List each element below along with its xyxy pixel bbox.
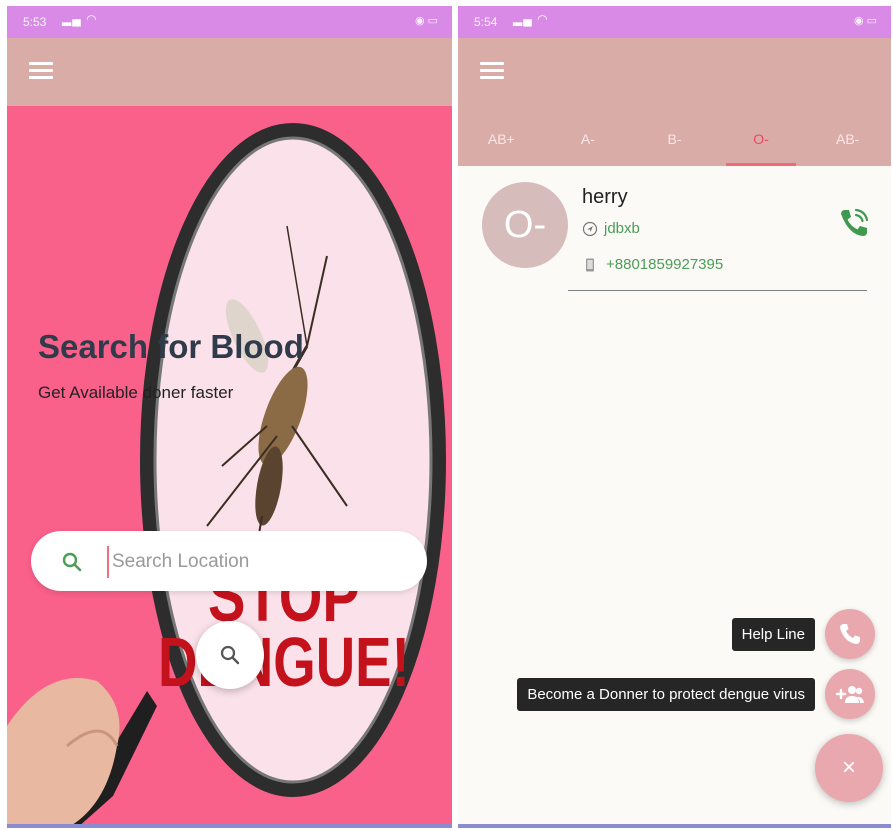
app-bar	[7, 38, 452, 106]
tab-ab-negative[interactable]: AB-	[804, 118, 891, 166]
nav-bar-line	[458, 824, 891, 828]
mobile-icon	[586, 258, 594, 271]
helpline-button[interactable]	[825, 609, 875, 659]
fab-action-become-donor[interactable]: Become a Donner to protect dengue virus	[517, 669, 875, 719]
donor-phone: +8801859927395	[606, 256, 724, 273]
signal-icon: ▂▄ ◠	[62, 12, 98, 26]
tab-b-negative[interactable]: B-	[631, 118, 718, 166]
search-screen: 5:53 ▂▄ ◠ ◉ ▭ STOP DENGUE! Search for Bl…	[7, 6, 452, 828]
status-time: 5:54	[474, 15, 498, 29]
donor-location-row: jdbxb	[582, 220, 640, 237]
hero-section: STOP DENGUE! Search for Blood Get Availa…	[7, 106, 452, 828]
fab-action-helpline[interactable]: Help Line	[731, 609, 875, 659]
menu-icon[interactable]	[29, 62, 53, 80]
phone-icon	[840, 624, 860, 644]
donor-list-screen: 5:54 ▂▄ ◠ ◉ ▭ AB+ A- B- O- AB- O- herry …	[458, 6, 891, 828]
divider	[568, 290, 867, 291]
become-donor-button[interactable]	[825, 669, 875, 719]
search-button[interactable]	[196, 621, 264, 689]
hero-title: Search for Blood	[38, 328, 304, 365]
call-icon[interactable]	[837, 206, 871, 240]
signal-icon: ▂▄ ◠	[513, 12, 549, 26]
menu-icon[interactable]	[480, 62, 504, 80]
search-bar[interactable]	[31, 531, 427, 591]
battery-icon: ◉ ▭	[414, 15, 438, 27]
blood-group-avatar: O-	[482, 182, 568, 268]
fab-label-become-donor[interactable]: Become a Donner to protect dengue virus	[517, 677, 815, 711]
search-icon	[220, 645, 240, 665]
tab-o-negative[interactable]: O-	[718, 118, 805, 166]
poster-text-dengue: DENGUE!	[158, 624, 410, 702]
battery-icon: ◉ ▭	[853, 15, 877, 27]
search-icon	[62, 552, 82, 572]
search-input[interactable]	[107, 546, 414, 578]
location-icon	[582, 221, 598, 236]
fab-label-helpline[interactable]: Help Line	[731, 617, 815, 651]
close-button[interactable]: ×	[815, 734, 883, 802]
donor-phone-row: +8801859927395	[582, 256, 723, 273]
status-bar: 5:54 ▂▄ ◠ ◉ ▭	[458, 6, 891, 38]
hero-subtitle: Get Available doner faster	[38, 383, 234, 402]
donor-location: jdbxb	[604, 220, 640, 237]
blood-group-tabs: AB+ A- B- O- AB-	[458, 118, 891, 166]
add-group-icon	[835, 686, 864, 703]
tab-a-negative[interactable]: A-	[545, 118, 632, 166]
status-bar: 5:53 ▂▄ ◠ ◉ ▭	[7, 6, 452, 38]
donor-name: herry	[582, 186, 628, 208]
app-bar: AB+ A- B- O- AB-	[458, 38, 891, 166]
status-time: 5:53	[23, 15, 47, 29]
tab-ab-positive[interactable]: AB+	[458, 118, 545, 166]
magnifier-illustration: STOP DENGUE!	[7, 123, 446, 828]
nav-bar-line	[7, 824, 452, 828]
